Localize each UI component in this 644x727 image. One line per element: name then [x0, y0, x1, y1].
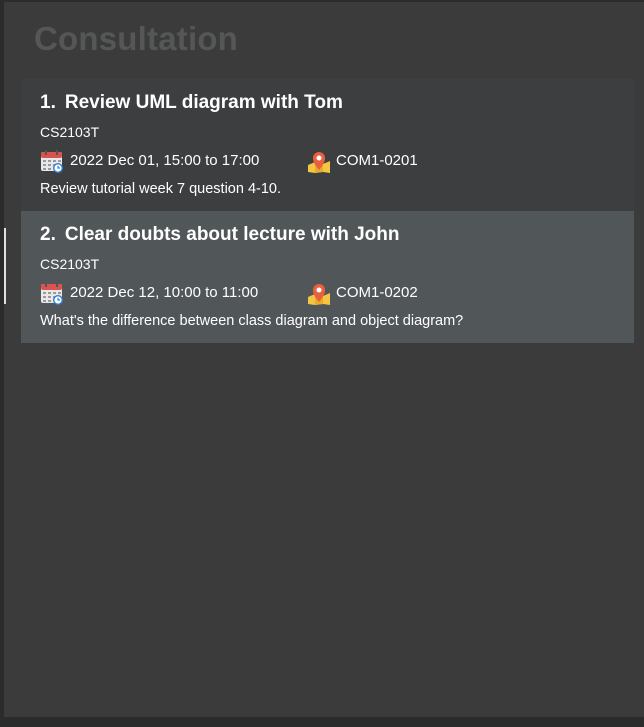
consultation-card[interactable]: 2. Clear doubts about lecture with John C… [21, 211, 634, 343]
consultation-location: COM1-0202 [336, 284, 418, 301]
consultation-title: 2. Clear doubts about lecture with John [40, 224, 400, 246]
consultation-description: What's the difference between class diag… [40, 313, 464, 329]
consultation-time: 2022 Dec 12, 10:00 to 11:00 [70, 284, 259, 301]
scrollbar-edge[interactable] [4, 228, 6, 304]
consultation-meta: 2022 Dec 12, 10:00 to 11:00 COM1-0202 [40, 281, 630, 305]
consultation-list[interactable]: 1. Review UML diagram with Tom CS2103T 2… [21, 79, 634, 343]
consultation-card[interactable]: 1. Review UML diagram with Tom CS2103T 2… [21, 79, 634, 211]
panel-title: Consultation [34, 20, 239, 57]
consultation-module: CS2103T [40, 256, 100, 272]
consultation-name: Clear doubts about lecture with John [64, 224, 400, 245]
consultation-index: 2. [40, 224, 56, 245]
consultation-location: COM1-0201 [336, 152, 418, 169]
bottom-border [0, 717, 644, 727]
calendar-icon [41, 282, 63, 305]
consultation-module: CS2103T [40, 124, 100, 140]
consultation-title: 1. Review UML diagram with Tom [40, 92, 343, 114]
consultation-time: 2022 Dec 01, 15:00 to 17:00 [70, 152, 260, 169]
consultation-panel: Consultation 1. Review UML diagram with T… [0, 0, 644, 727]
location-pin-icon [308, 152, 330, 173]
consultation-meta: 2022 Dec 01, 15:00 to 17:00 COM1-0201 [40, 149, 630, 173]
consultation-name: Review UML diagram with Tom [64, 92, 343, 113]
consultation-index: 1. [40, 92, 56, 113]
calendar-icon [41, 150, 63, 173]
location-pin-icon [308, 284, 330, 305]
consultation-description: Review tutorial week 7 question 4-10. [40, 181, 281, 197]
